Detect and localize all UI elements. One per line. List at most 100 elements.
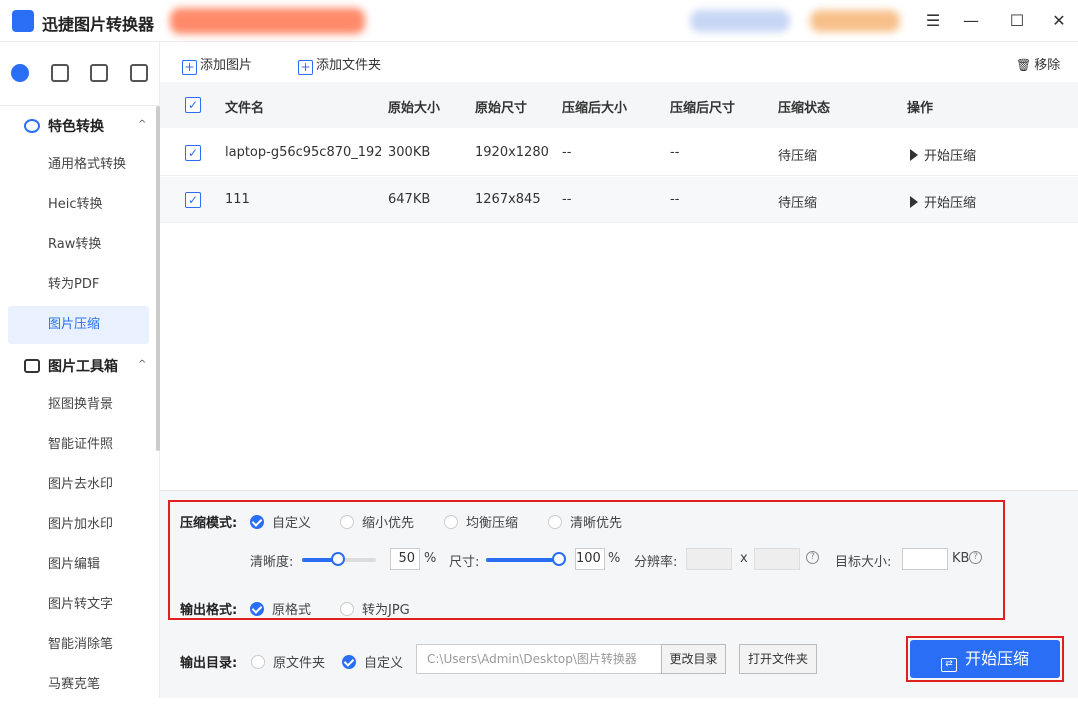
resolution-help-icon[interactable]: ? <box>806 551 819 564</box>
convert-icon <box>24 119 40 133</box>
size-slider[interactable] <box>486 552 566 566</box>
orig-size: 647KB <box>388 192 431 207</box>
sidebar-item-id-photo[interactable]: 智能证件照 <box>8 426 149 464</box>
app-title: 迅捷图片转换器 <box>42 15 155 34</box>
size-pct: % <box>608 551 621 566</box>
size-fill <box>486 558 562 562</box>
mode-clarity-first[interactable]: 清晰优先 <box>548 512 622 531</box>
sidebar-item-general-convert[interactable]: 通用格式转换 <box>8 146 149 184</box>
size-input[interactable]: 100 <box>575 548 605 570</box>
chevron-up-icon[interactable]: ^ <box>138 119 146 130</box>
status: 待压缩 <box>778 196 818 211</box>
col-filename: 文件名 <box>225 101 265 116</box>
clarity-pct: % <box>424 551 437 566</box>
row-checkbox[interactable]: ✓ <box>185 192 201 208</box>
sidebar: 特色转换 ^ 通用格式转换 Heic转换 Raw转换 转为PDF 图片压缩 图片… <box>0 42 160 698</box>
play-icon <box>910 149 918 161</box>
sidebar-tabs <box>0 42 160 106</box>
mode-custom[interactable]: 自定义 <box>250 512 311 531</box>
target-kb: KB <box>952 551 970 566</box>
target-help-icon[interactable]: ? <box>969 551 982 564</box>
toolbox-icon <box>24 359 40 373</box>
user-account[interactable] <box>690 10 790 32</box>
file-name: laptop-g56c95c870_1920 <box>225 145 381 160</box>
sidebar-item-cutout[interactable]: 抠图换背景 <box>8 386 149 424</box>
remove-button[interactable]: 🗑 移除 <box>1016 54 1060 73</box>
maximize-icon[interactable]: ☐ <box>1004 8 1030 34</box>
mode-small-first[interactable]: 缩小优先 <box>340 512 414 531</box>
title-bar: 迅捷图片转换器 ☰ — ☐ ✕ <box>0 0 1078 42</box>
sidebar-item-remove-watermark[interactable]: 图片去水印 <box>8 466 149 504</box>
resolution-height-input[interactable] <box>754 548 800 570</box>
output-label: 输出目录: <box>180 656 238 671</box>
target-size-input[interactable] <box>902 548 948 570</box>
trash-icon: 🗑 <box>1016 58 1032 72</box>
promo-banner[interactable] <box>170 8 365 34</box>
check-tab-icon[interactable] <box>130 64 148 82</box>
new-dims: -- <box>670 145 680 160</box>
app-logo-icon <box>12 10 34 32</box>
change-dir-button[interactable]: 更改目录 <box>661 644 726 674</box>
menu-icon[interactable]: ☰ <box>920 8 946 34</box>
table-header: ✓ 文件名 原始大小 原始尺寸 压缩后大小 压缩后尺寸 压缩状态 操作 <box>160 82 1078 128</box>
start-compress-button[interactable]: ⇄ 开始压缩 <box>910 640 1060 678</box>
sidebar-item-raw[interactable]: Raw转换 <box>8 226 149 264</box>
file-name: 111 <box>225 192 250 207</box>
convert-tab-icon[interactable] <box>11 64 29 82</box>
resolution-x: x <box>740 551 748 566</box>
image-tab-icon[interactable] <box>90 64 108 82</box>
clarity-input[interactable]: 50 <box>390 548 420 570</box>
section-special-convert[interactable]: 特色转换 <box>24 116 104 136</box>
format-label: 输出格式: <box>180 603 238 618</box>
close-icon[interactable]: ✕ <box>1046 8 1072 34</box>
col-new-dims: 压缩后尺寸 <box>670 101 736 116</box>
minimize-icon[interactable]: — <box>958 8 984 34</box>
output-path-input[interactable]: C:\Users\Admin\Desktop\图片转换器 <box>416 644 662 674</box>
sidebar-item-mosaic[interactable]: 马赛克笔 <box>8 666 149 704</box>
output-original-folder[interactable]: 原文件夹 <box>251 652 325 671</box>
table-row[interactable]: ✓ 111 647KB 1267x845 -- -- 待压缩 开始压缩 <box>160 177 1078 223</box>
sidebar-item-ocr[interactable]: 图片转文字 <box>8 586 149 624</box>
plus-icon: + <box>298 60 313 75</box>
new-size: -- <box>562 192 572 207</box>
new-size: -- <box>562 145 572 160</box>
size-knob[interactable] <box>552 552 566 566</box>
sidebar-item-eraser[interactable]: 智能消除笔 <box>8 626 149 664</box>
output-custom[interactable]: 自定义 <box>342 652 403 671</box>
sidebar-item-add-watermark[interactable]: 图片加水印 <box>8 506 149 544</box>
toolbar: + 添加图片 + 添加文件夹 🗑 移除 <box>160 42 1078 82</box>
play-icon <box>910 196 918 208</box>
resolution-label: 分辨率: <box>634 555 678 570</box>
new-dims: -- <box>670 192 680 207</box>
select-all-checkbox[interactable]: ✓ <box>185 97 201 113</box>
resolution-width-input[interactable] <box>686 548 732 570</box>
sidebar-item-to-pdf[interactable]: 转为PDF <box>8 266 149 304</box>
col-orig-dims: 原始尺寸 <box>475 101 528 116</box>
sidebar-item-heic[interactable]: Heic转换 <box>8 186 149 224</box>
orig-dims: 1267x845 <box>475 192 541 207</box>
open-folder-button[interactable]: 打开文件夹 <box>739 644 817 674</box>
toolbox-tab-icon[interactable] <box>51 64 69 82</box>
sidebar-item-compress[interactable]: 图片压缩 <box>8 306 149 344</box>
plus-icon: + <box>182 60 197 75</box>
size-label: 尺寸: <box>449 555 480 570</box>
col-action: 操作 <box>907 101 934 116</box>
table-row[interactable]: ✓ laptop-g56c95c870_1920 300KB 1920x1280… <box>160 130 1078 176</box>
add-image-button[interactable]: + 添加图片 <box>182 54 252 75</box>
clarity-slider[interactable] <box>302 552 376 566</box>
format-jpg[interactable]: 转为JPG <box>340 599 410 618</box>
section-toolbox[interactable]: 图片工具箱 <box>24 356 118 376</box>
clarity-knob[interactable] <box>331 552 345 566</box>
chevron-up-icon[interactable]: ^ <box>138 359 146 370</box>
row-start-button[interactable]: 开始压缩 <box>910 192 976 211</box>
vip-badge[interactable] <box>810 10 900 32</box>
format-original[interactable]: 原格式 <box>250 599 311 618</box>
add-folder-button[interactable]: + 添加文件夹 <box>298 54 381 75</box>
sidebar-item-edit[interactable]: 图片编辑 <box>8 546 149 584</box>
status: 待压缩 <box>778 149 818 164</box>
mode-balanced[interactable]: 均衡压缩 <box>444 512 518 531</box>
row-checkbox[interactable]: ✓ <box>185 145 201 161</box>
target-size-label: 目标大小: <box>835 555 892 570</box>
orig-dims: 1920x1280 <box>475 145 549 160</box>
row-start-button[interactable]: 开始压缩 <box>910 145 976 164</box>
